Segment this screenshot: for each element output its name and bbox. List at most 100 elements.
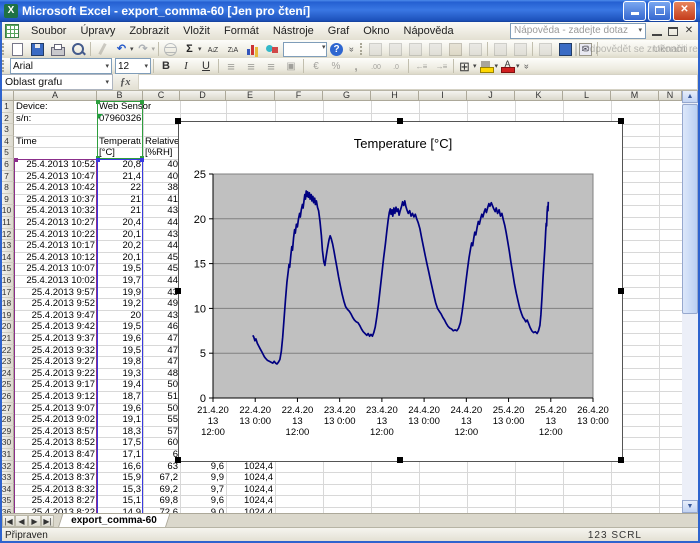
cell-C30[interactable]: 60 (145, 438, 178, 449)
column-header-B[interactable]: B (97, 90, 143, 101)
drawing-button[interactable] (263, 41, 283, 57)
cell-A17[interactable]: 25.4.2013 9:57 (16, 288, 95, 299)
row-header-34[interactable]: 34 (0, 484, 14, 496)
vertical-scrollbar[interactable]: ▲ ▼ (682, 90, 698, 513)
cell-B31[interactable]: 17,1 (99, 450, 141, 461)
last-sheet-button[interactable]: ▶| (41, 515, 54, 527)
cell-C34[interactable]: 69,2 (145, 485, 178, 496)
cell-A29[interactable]: 25.4.2013 8:57 (16, 427, 95, 438)
cell-C17[interactable]: 43 (145, 288, 178, 299)
column-header-D[interactable]: D (180, 90, 226, 101)
row-header-20[interactable]: 20 (0, 321, 14, 333)
cell-B35[interactable]: 15,1 (99, 496, 141, 507)
row-header-35[interactable]: 35 (0, 495, 14, 507)
font-name-combo[interactable]: Arial ▾ (10, 58, 112, 74)
row-header-19[interactable]: 19 (0, 310, 14, 322)
cell-C4[interactable]: Relative (145, 137, 178, 148)
cell-A25[interactable]: 25.4.2013 9:17 (16, 380, 95, 391)
column-header-E[interactable]: E (226, 90, 275, 101)
row-header-13[interactable]: 13 (0, 240, 14, 252)
cell-B5[interactable]: [°C] (99, 148, 141, 159)
fx-icon[interactable]: ƒx (113, 77, 138, 88)
row-header-24[interactable]: 24 (0, 368, 14, 380)
cell-B10[interactable]: 21 (99, 206, 141, 217)
row-header-9[interactable]: 9 (0, 194, 14, 206)
row-header-7[interactable]: 7 (0, 171, 14, 183)
cell-B4[interactable]: Temperatu (99, 137, 141, 148)
cell-A10[interactable]: 25.4.2013 10:32 (16, 206, 95, 217)
cell-C29[interactable]: 57 (145, 427, 178, 438)
cell-C26[interactable]: 51 (145, 392, 178, 403)
cell-B24[interactable]: 19,3 (99, 369, 141, 380)
cell-A2[interactable]: s/n: (16, 114, 95, 125)
cell-C35[interactable]: 69,8 (145, 496, 178, 507)
cell-C7[interactable]: 40 (145, 172, 178, 183)
cell-A12[interactable]: 25.4.2013 10:22 (16, 230, 95, 241)
chart-selection-handle[interactable] (618, 118, 624, 124)
cell-B21[interactable]: 19,6 (99, 334, 141, 345)
range-handle[interactable] (96, 158, 100, 162)
row-header-32[interactable]: 32 (0, 461, 14, 473)
row-header-5[interactable]: 5 (0, 147, 14, 159)
row-header-2[interactable]: 2 (0, 113, 14, 125)
cell-A16[interactable]: 25.4.2013 10:02 (16, 276, 95, 287)
row-header-30[interactable]: 30 (0, 437, 14, 449)
sheet-tab[interactable]: export_comma-60 (58, 514, 170, 528)
cell-B29[interactable]: 18,3 (99, 427, 141, 438)
row-header-6[interactable]: 6 (0, 159, 14, 171)
cell-B34[interactable]: 15,3 (99, 485, 141, 496)
cell-A19[interactable]: 25.4.2013 9:47 (16, 311, 95, 322)
cell-A13[interactable]: 25.4.2013 10:17 (16, 241, 95, 252)
menu-zobrazit[interactable]: Zobrazit (122, 24, 176, 38)
chart-selection-handle[interactable] (175, 118, 181, 124)
toolbar-grip[interactable] (2, 43, 6, 55)
cell-B23[interactable]: 19,8 (99, 357, 141, 368)
row-header-8[interactable]: 8 (0, 182, 14, 194)
chart-wizard-button[interactable] (243, 41, 263, 57)
chart-selection-handle[interactable] (618, 288, 624, 294)
menu-soubor[interactable]: Soubor (24, 24, 73, 38)
cell-A28[interactable]: 25.4.2013 9:02 (16, 415, 95, 426)
cell-B12[interactable]: 20,1 (99, 230, 141, 241)
underline-button[interactable] (196, 58, 216, 74)
cell-A8[interactable]: 25.4.2013 10:42 (16, 183, 95, 194)
column-header-C[interactable]: C (143, 90, 180, 101)
cell-C24[interactable]: 48 (145, 369, 178, 380)
range-handle[interactable] (96, 100, 100, 104)
cell-B14[interactable]: 20,1 (99, 253, 141, 264)
range-handle[interactable] (14, 158, 18, 162)
cell-A4[interactable]: Time (16, 137, 95, 148)
cell-A30[interactable]: 25.4.2013 8:52 (16, 438, 95, 449)
borders-button[interactable]: ▾ (456, 58, 478, 74)
restore-button[interactable] (648, 1, 671, 21)
cell-A9[interactable]: 25.4.2013 10:37 (16, 195, 95, 206)
chart-selection-handle[interactable] (397, 118, 403, 124)
scroll-down-button[interactable]: ▼ (682, 500, 698, 513)
column-header-F[interactable]: F (275, 90, 323, 101)
row-header-15[interactable]: 15 (0, 263, 14, 275)
menu-graf[interactable]: Graf (321, 24, 356, 38)
row-header-28[interactable]: 28 (0, 414, 14, 426)
cell-C23[interactable]: 47 (145, 357, 178, 368)
next-sheet-button[interactable]: ▶ (28, 515, 41, 527)
sort-ascending-button[interactable] (203, 41, 223, 57)
cell-C22[interactable]: 47 (145, 346, 178, 357)
cell-B20[interactable]: 19,5 (99, 322, 141, 333)
cell-C20[interactable]: 46 (145, 322, 178, 333)
vertical-scroll-thumb[interactable] (682, 104, 698, 314)
toolbar-grip[interactable] (2, 60, 8, 72)
cell-C21[interactable]: 47 (145, 334, 178, 345)
cell-B1[interactable]: Web Sensor (99, 102, 141, 113)
cell-A21[interactable]: 25.4.2013 9:37 (16, 334, 95, 345)
name-box[interactable]: Oblast grafu ▾ (1, 74, 113, 90)
first-sheet-button[interactable]: |◀ (2, 515, 15, 527)
type-a-question-box[interactable]: Nápověda - zadejte dotaz ▾ (510, 23, 646, 39)
cell-C5[interactable]: [%RH] (145, 148, 178, 159)
cell-A33[interactable]: 25.4.2013 8:37 (16, 473, 95, 484)
cell-C15[interactable]: 45 (145, 264, 178, 275)
save-version-button[interactable] (555, 41, 575, 57)
close-button[interactable]: ✕ (673, 1, 696, 21)
bold-button[interactable] (156, 58, 176, 74)
cell-A6[interactable]: 25.4.2013 10:52 (16, 160, 95, 171)
cell-C31[interactable]: 6 (145, 450, 178, 461)
